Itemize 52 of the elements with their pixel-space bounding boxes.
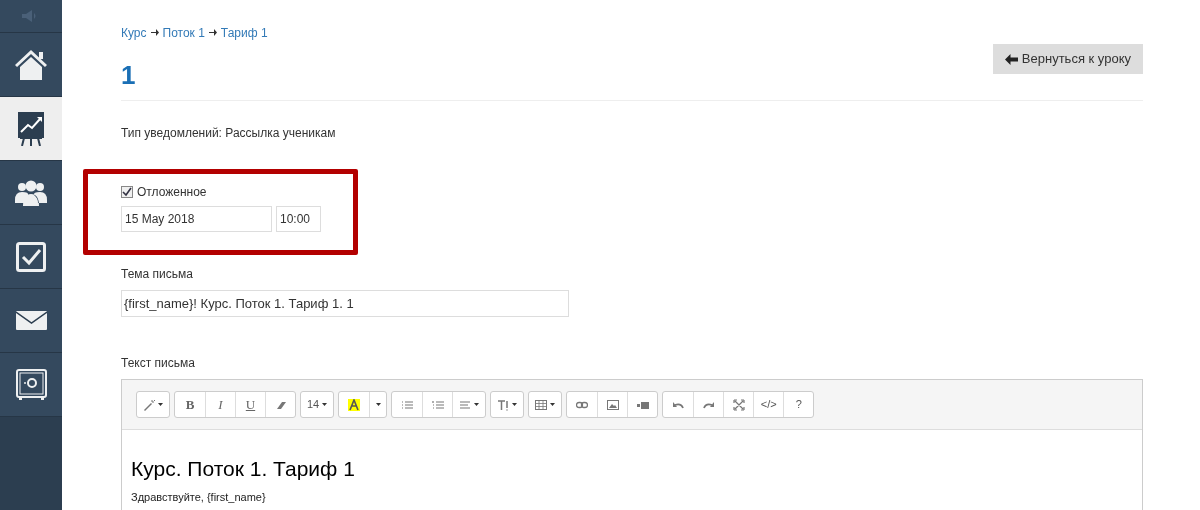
toolbar-button[interactable]: B bbox=[175, 392, 205, 417]
safe-icon bbox=[15, 369, 47, 400]
chart-board-icon bbox=[18, 111, 44, 146]
toolbar-button[interactable]: 14 bbox=[301, 392, 334, 417]
sidebar-item[interactable] bbox=[0, 353, 62, 417]
caret-icon bbox=[375, 403, 381, 406]
sidebar-item[interactable] bbox=[0, 289, 62, 353]
sidebar-item[interactable] bbox=[0, 161, 62, 225]
breadcrumb-link[interactable]: Тариф 1 bbox=[220, 23, 268, 42]
editor-text: Здравствуйте, {first_name} bbox=[131, 490, 267, 505]
arrow-icon bbox=[150, 29, 159, 36]
sidebar-item[interactable] bbox=[0, 33, 62, 97]
magic-wand-icon bbox=[143, 398, 155, 411]
envelope-icon bbox=[15, 311, 47, 330]
field-label: Тема письма bbox=[121, 266, 194, 283]
highlight-letter-icon bbox=[348, 398, 361, 411]
toolbar-button[interactable]: U bbox=[235, 392, 265, 417]
editor-heading: Курс. Поток 1. Тариф 1 bbox=[131, 456, 356, 482]
caret-icon bbox=[158, 403, 163, 406]
field-label: Текст письма bbox=[121, 355, 196, 372]
image-icon bbox=[606, 398, 619, 411]
time-field[interactable]: 10:00 bbox=[276, 206, 321, 232]
numbered-list-icon bbox=[431, 398, 444, 411]
fullscreen-icon bbox=[732, 398, 745, 411]
date-field[interactable]: 15 May 2018 bbox=[121, 206, 272, 232]
caret-icon bbox=[550, 403, 556, 406]
toolbar-button[interactable]: </> bbox=[753, 392, 784, 417]
notification-type: Тип уведомлений: Рассылка ученикам bbox=[121, 125, 337, 142]
toolbar-button[interactable]: ? bbox=[783, 392, 814, 417]
caret-icon bbox=[474, 403, 480, 406]
text-height-icon bbox=[497, 398, 510, 411]
home-icon bbox=[15, 49, 47, 80]
bullet-list-icon bbox=[401, 398, 414, 411]
arrow-icon bbox=[208, 29, 217, 36]
text-editor[interactable]: B I U 14 </> ? Курс. Поток 1. Тариф 1 Здравствуйте, {first_name} bbox=[121, 379, 1143, 510]
caret-icon bbox=[322, 403, 328, 406]
breadcrumb-link[interactable]: Поток 1 bbox=[162, 23, 205, 42]
breadcrumb-link[interactable]: Курс bbox=[121, 23, 147, 42]
caret-icon bbox=[512, 403, 518, 406]
checkbox-icon bbox=[16, 241, 46, 272]
page-title: 1 bbox=[121, 60, 136, 90]
sidebar-item[interactable] bbox=[0, 97, 62, 161]
checkbox[interactable] bbox=[121, 186, 133, 198]
sidebar-item[interactable] bbox=[0, 225, 62, 289]
back-button[interactable]: Вернуться к уроку bbox=[992, 44, 1143, 74]
toolbar-button[interactable]: I bbox=[205, 392, 235, 417]
subject-field[interactable]: {first_name}! Курс. Поток 1. Тариф 1. 1 bbox=[121, 290, 569, 317]
arrow-left-icon bbox=[1004, 53, 1018, 65]
users-icon bbox=[15, 179, 47, 206]
checkbox-label: Отложенное bbox=[137, 184, 207, 201]
table-icon bbox=[535, 398, 548, 411]
align-icon bbox=[459, 398, 472, 411]
